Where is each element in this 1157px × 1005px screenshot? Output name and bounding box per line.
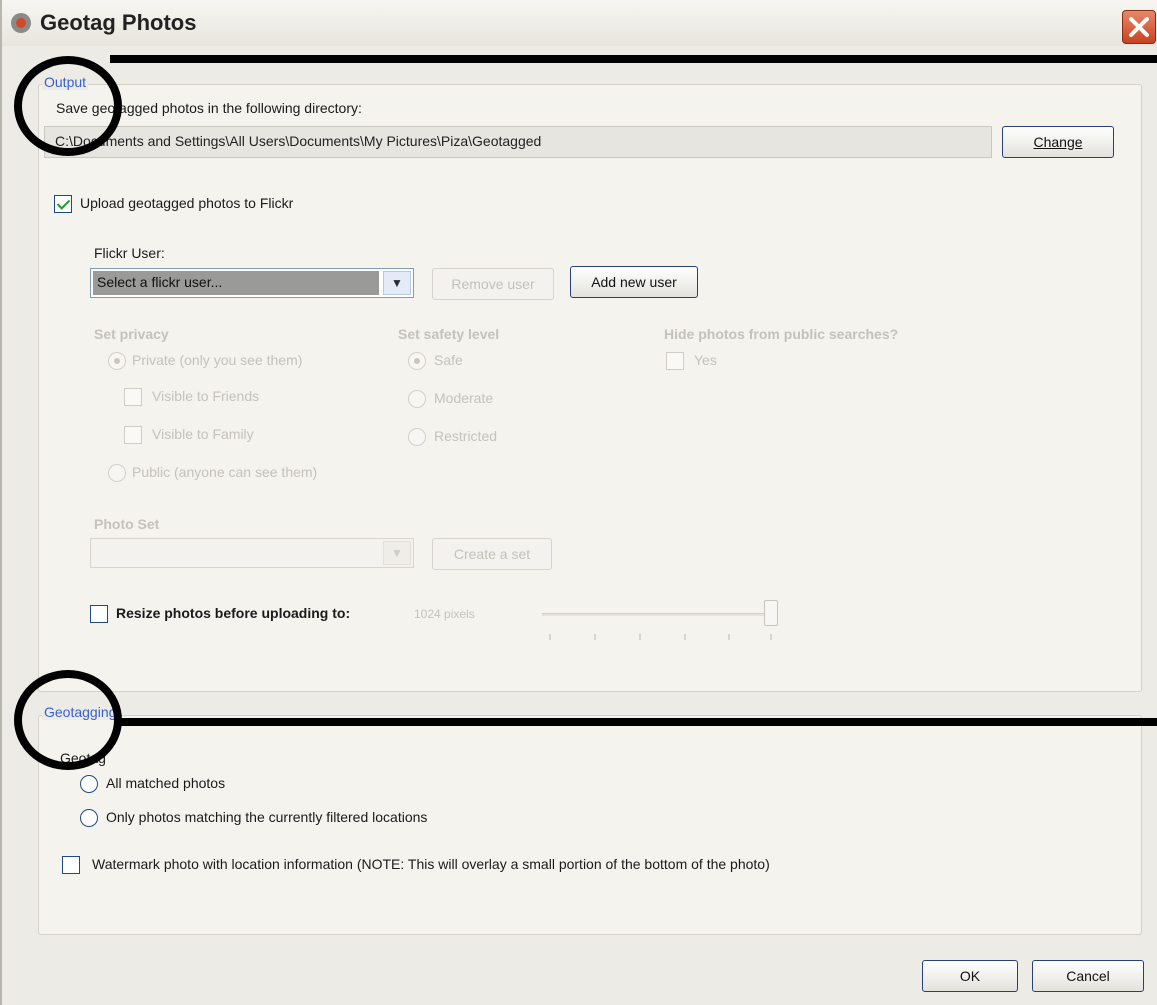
visible-friends-checkbox[interactable] xyxy=(124,388,142,406)
photo-set-heading: Photo Set xyxy=(94,516,160,532)
add-new-user-button[interactable]: Add new user xyxy=(570,266,698,298)
hide-photos-heading: Hide photos from public searches? xyxy=(664,326,899,342)
safety-restricted-radio[interactable] xyxy=(408,428,426,446)
photo-set-select[interactable]: ▼ xyxy=(90,538,414,568)
change-directory-button[interactable]: Change xyxy=(1002,126,1114,158)
close-button[interactable] xyxy=(1122,10,1156,44)
change-button-label: Change xyxy=(1033,134,1083,150)
slider-tick xyxy=(549,634,551,640)
privacy-public-radio[interactable] xyxy=(108,464,126,482)
create-set-button[interactable]: Create a set xyxy=(432,538,552,570)
app-icon xyxy=(11,13,31,33)
privacy-private-radio[interactable] xyxy=(108,352,126,370)
slider-tick xyxy=(770,634,772,640)
visible-family-label: Visible to Family xyxy=(152,426,254,442)
slider-tick xyxy=(728,634,730,640)
slider-tick xyxy=(639,634,641,640)
remove-user-button[interactable]: Remove user xyxy=(432,268,554,300)
chevron-down-icon[interactable]: ▼ xyxy=(383,541,411,565)
safety-safe-radio[interactable] xyxy=(408,352,426,370)
privacy-public-label: Public (anyone can see them) xyxy=(132,464,318,480)
close-icon xyxy=(1129,17,1149,37)
upload-flickr-checkbox[interactable] xyxy=(54,195,72,213)
hide-photos-yes-checkbox[interactable] xyxy=(666,352,684,370)
set-safety-heading: Set safety level xyxy=(398,326,500,342)
annotation-line-bottom xyxy=(115,718,1157,726)
slider-tick xyxy=(594,634,596,640)
safety-moderate-radio[interactable] xyxy=(408,390,426,408)
resize-value-label: 1024 pixels xyxy=(414,607,475,621)
hide-photos-yes-label: Yes xyxy=(694,352,717,368)
resize-photos-label: Resize photos before uploading to: xyxy=(116,605,351,621)
geotag-photos-dialog: Geotag Photos Output Save geotagged phot… xyxy=(0,0,1157,1005)
all-matched-label: All matched photos xyxy=(106,775,226,791)
geotagging-group xyxy=(38,715,1142,935)
watermark-checkbox[interactable] xyxy=(62,856,80,874)
safety-safe-label: Safe xyxy=(434,352,463,368)
safety-moderate-label: Moderate xyxy=(434,390,494,406)
safety-restricted-label: Restricted xyxy=(434,428,498,444)
only-filtered-radio[interactable] xyxy=(80,809,98,827)
resize-photos-checkbox[interactable] xyxy=(90,605,108,623)
all-matched-radio[interactable] xyxy=(80,775,98,793)
flickr-user-selected-value: Select a flickr user... xyxy=(93,271,379,295)
ok-button[interactable]: OK xyxy=(922,960,1018,992)
annotation-circle-top xyxy=(14,56,122,156)
privacy-private-label: Private (only you see them) xyxy=(132,352,303,368)
upload-flickr-label: Upload geotagged photos to Flickr xyxy=(80,195,294,211)
only-filtered-label: Only photos matching the currently filte… xyxy=(106,809,428,825)
title-bar: Geotag Photos xyxy=(2,0,1157,46)
annotation-line-top xyxy=(110,55,1157,63)
flickr-user-select[interactable]: Select a flickr user... ▼ xyxy=(90,268,414,298)
resize-slider-thumb[interactable] xyxy=(764,600,778,626)
flickr-user-label: Flickr User: xyxy=(94,245,165,261)
set-privacy-heading: Set privacy xyxy=(94,326,169,342)
window-title: Geotag Photos xyxy=(40,10,197,35)
resize-slider-track[interactable] xyxy=(542,613,772,616)
slider-tick xyxy=(684,634,686,640)
watermark-label: Watermark photo with location informatio… xyxy=(92,856,770,872)
chevron-down-icon[interactable]: ▼ xyxy=(383,271,411,295)
annotation-circle-bottom xyxy=(14,670,122,770)
output-directory-field[interactable]: C:\Documents and Settings\All Users\Docu… xyxy=(44,126,992,158)
cancel-button[interactable]: Cancel xyxy=(1032,960,1144,992)
visible-friends-label: Visible to Friends xyxy=(152,388,260,404)
visible-family-checkbox[interactable] xyxy=(124,426,142,444)
